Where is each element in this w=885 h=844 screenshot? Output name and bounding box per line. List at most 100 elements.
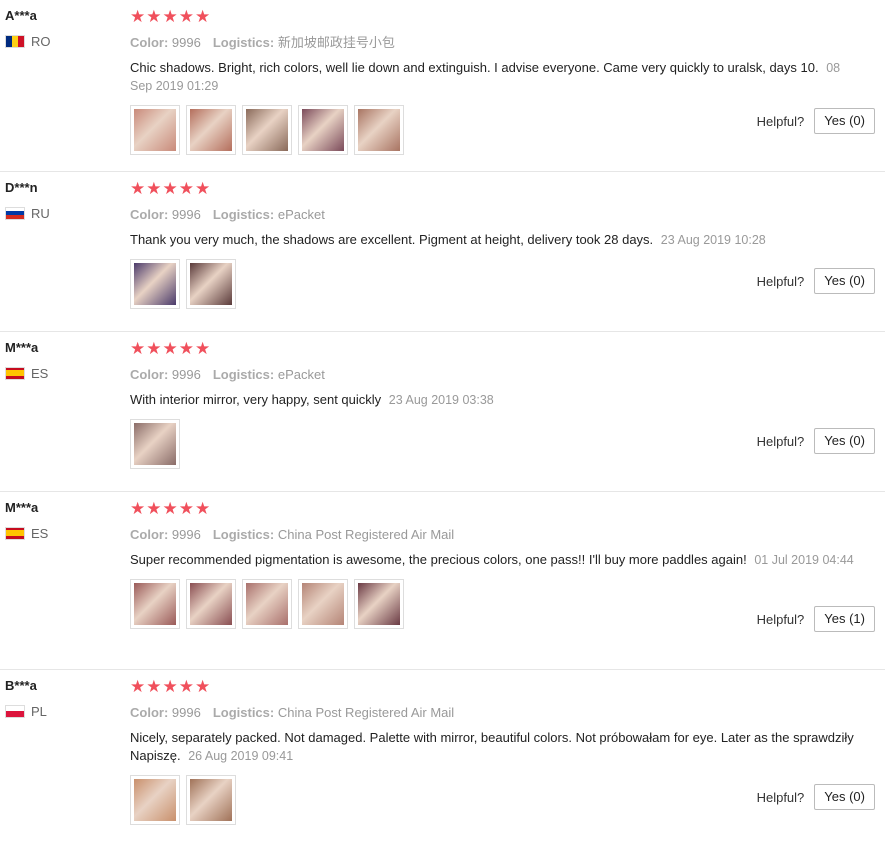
review-text: Super recommended pigmentation is awesom… xyxy=(130,551,860,569)
review-content: With interior mirror, very happy, sent q… xyxy=(130,392,382,407)
reviewer-name: A***a xyxy=(5,8,37,23)
logistics-label: Logistics: xyxy=(212,705,275,720)
logistics-value: China Post Registered Air Mail xyxy=(277,527,455,542)
helpful-section: Helpful? Yes (0) xyxy=(757,268,875,294)
helpful-yes-button[interactable]: Yes (0) xyxy=(814,784,875,810)
review-photo-thumbnail[interactable] xyxy=(298,579,348,629)
reviewer-name: B***a xyxy=(5,678,37,693)
review-photo-thumbnail[interactable] xyxy=(298,105,348,155)
review-photo-thumbnail[interactable] xyxy=(130,579,180,629)
logistics-value: ePacket xyxy=(277,367,325,382)
color-label: Color: xyxy=(130,705,169,720)
logistics-label: Logistics: xyxy=(212,35,275,50)
review-photo-thumbnail[interactable] xyxy=(354,105,404,155)
review-item: M***a ES ★★★★★ Color: 9996 Logistics: Chi… xyxy=(0,492,885,670)
reviewer-country: PL xyxy=(5,703,120,719)
poland-flag-icon xyxy=(5,704,25,718)
review-date: 01 Jul 2019 04:44 xyxy=(754,553,854,567)
star-rating: ★★★★★ xyxy=(130,179,212,198)
color-label: Color: xyxy=(130,367,169,382)
review-photo-thumbnail[interactable] xyxy=(186,259,236,309)
review-meta: Color: 9996 Logistics: ePacket xyxy=(130,206,875,223)
palette-photo-icon xyxy=(358,583,400,625)
review-item: D***n RU ★★★★★ Color: 9996 Logistics: ePa… xyxy=(0,172,885,332)
color-label: Color: xyxy=(130,207,169,222)
logistics-label: Logistics: xyxy=(212,367,275,382)
review-text: Thank you very much, the shadows are exc… xyxy=(130,231,860,249)
palette-photo-icon xyxy=(246,109,288,151)
palette-photo-icon xyxy=(190,263,232,305)
color-value: 9996 xyxy=(171,367,201,382)
reviewer-info: M***a ES xyxy=(5,339,120,381)
helpful-yes-button[interactable]: Yes (0) xyxy=(814,268,875,294)
helpful-section: Helpful? Yes (1) xyxy=(757,606,875,632)
helpful-yes-button[interactable]: Yes (0) xyxy=(814,108,875,134)
palette-photo-icon xyxy=(134,109,176,151)
palette-photo-icon xyxy=(134,779,176,821)
review-content: Thank you very much, the shadows are exc… xyxy=(130,232,654,247)
review-text: With interior mirror, very happy, sent q… xyxy=(130,391,860,409)
review-photo-thumbnail[interactable] xyxy=(130,259,180,309)
country-code: RO xyxy=(31,33,51,49)
helpful-label: Helpful? xyxy=(756,433,805,449)
review-item: A***a RO ★★★★★ Color: 9996 Logistics: 新加坡… xyxy=(0,0,885,172)
review-photo-thumbnail[interactable] xyxy=(186,105,236,155)
star-rating: ★★★★★ xyxy=(130,7,212,26)
review-text: Chic shadows. Bright, rich colors, well … xyxy=(130,59,860,95)
helpful-section: Helpful? Yes (0) xyxy=(757,428,875,454)
review-photo-thumbnail[interactable] xyxy=(242,105,292,155)
logistics-label: Logistics: xyxy=(212,527,275,542)
logistics-label: Logistics: xyxy=(212,207,275,222)
review-photo-thumbnail[interactable] xyxy=(242,579,292,629)
palette-photo-icon xyxy=(246,583,288,625)
spain-flag-icon xyxy=(5,526,25,540)
review-meta: Color: 9996 Logistics: China Post Registe… xyxy=(130,526,875,543)
country-code: ES xyxy=(31,365,49,381)
reviewer-name: M***a xyxy=(5,340,39,355)
review-list: A***a RO ★★★★★ Color: 9996 Logistics: 新加坡… xyxy=(0,0,885,844)
country-code: PL xyxy=(31,703,47,719)
review-item: B***a PL ★★★★★ Color: 9996 Logistics: Chi… xyxy=(0,670,885,844)
reviewer-info: B***a PL xyxy=(5,677,120,719)
review-photo-thumbnail[interactable] xyxy=(186,579,236,629)
spain-flag-icon xyxy=(5,366,25,380)
review-photo-thumbnail[interactable] xyxy=(130,419,180,469)
country-code: RU xyxy=(31,205,50,221)
review-content: Chic shadows. Bright, rich colors, well … xyxy=(130,60,819,75)
reviewer-info: A***a RO xyxy=(5,7,120,49)
color-value: 9996 xyxy=(171,35,201,50)
helpful-label: Helpful? xyxy=(756,273,805,289)
color-value: 9996 xyxy=(171,527,201,542)
star-rating: ★★★★★ xyxy=(130,339,212,358)
review-date: 23 Aug 2019 10:28 xyxy=(660,233,766,247)
palette-photo-icon xyxy=(134,263,176,305)
review-meta: Color: 9996 Logistics: China Post Registe… xyxy=(130,704,875,721)
logistics-value: 新加坡邮政挂号小包 xyxy=(277,35,395,50)
reviewer-name: D***n xyxy=(5,180,38,195)
helpful-label: Helpful? xyxy=(756,113,805,129)
country-code: ES xyxy=(31,525,49,541)
review-photo-thumbnail[interactable] xyxy=(130,105,180,155)
palette-photo-icon xyxy=(134,423,176,465)
star-rating: ★★★★★ xyxy=(130,677,212,696)
color-label: Color: xyxy=(130,35,169,50)
palette-photo-icon xyxy=(190,109,232,151)
reviewer-country: ES xyxy=(5,525,120,541)
palette-photo-icon xyxy=(134,583,176,625)
palette-photo-icon xyxy=(190,779,232,821)
helpful-yes-button[interactable]: Yes (0) xyxy=(814,428,875,454)
color-value: 9996 xyxy=(171,207,201,222)
reviewer-info: D***n RU xyxy=(5,179,120,221)
reviewer-info: M***a ES xyxy=(5,499,120,541)
romania-flag-icon xyxy=(5,34,25,48)
reviewer-country: RU xyxy=(5,205,120,221)
logistics-value: China Post Registered Air Mail xyxy=(277,705,455,720)
reviewer-country: RO xyxy=(5,33,120,49)
helpful-yes-button[interactable]: Yes (1) xyxy=(814,606,875,632)
review-photo-thumbnail[interactable] xyxy=(186,775,236,825)
review-text: Nicely, separately packed. Not damaged. … xyxy=(130,729,860,765)
logistics-value: ePacket xyxy=(277,207,325,222)
review-photo-thumbnail[interactable] xyxy=(130,775,180,825)
review-photo-thumbnail[interactable] xyxy=(354,579,404,629)
palette-photo-icon xyxy=(190,583,232,625)
